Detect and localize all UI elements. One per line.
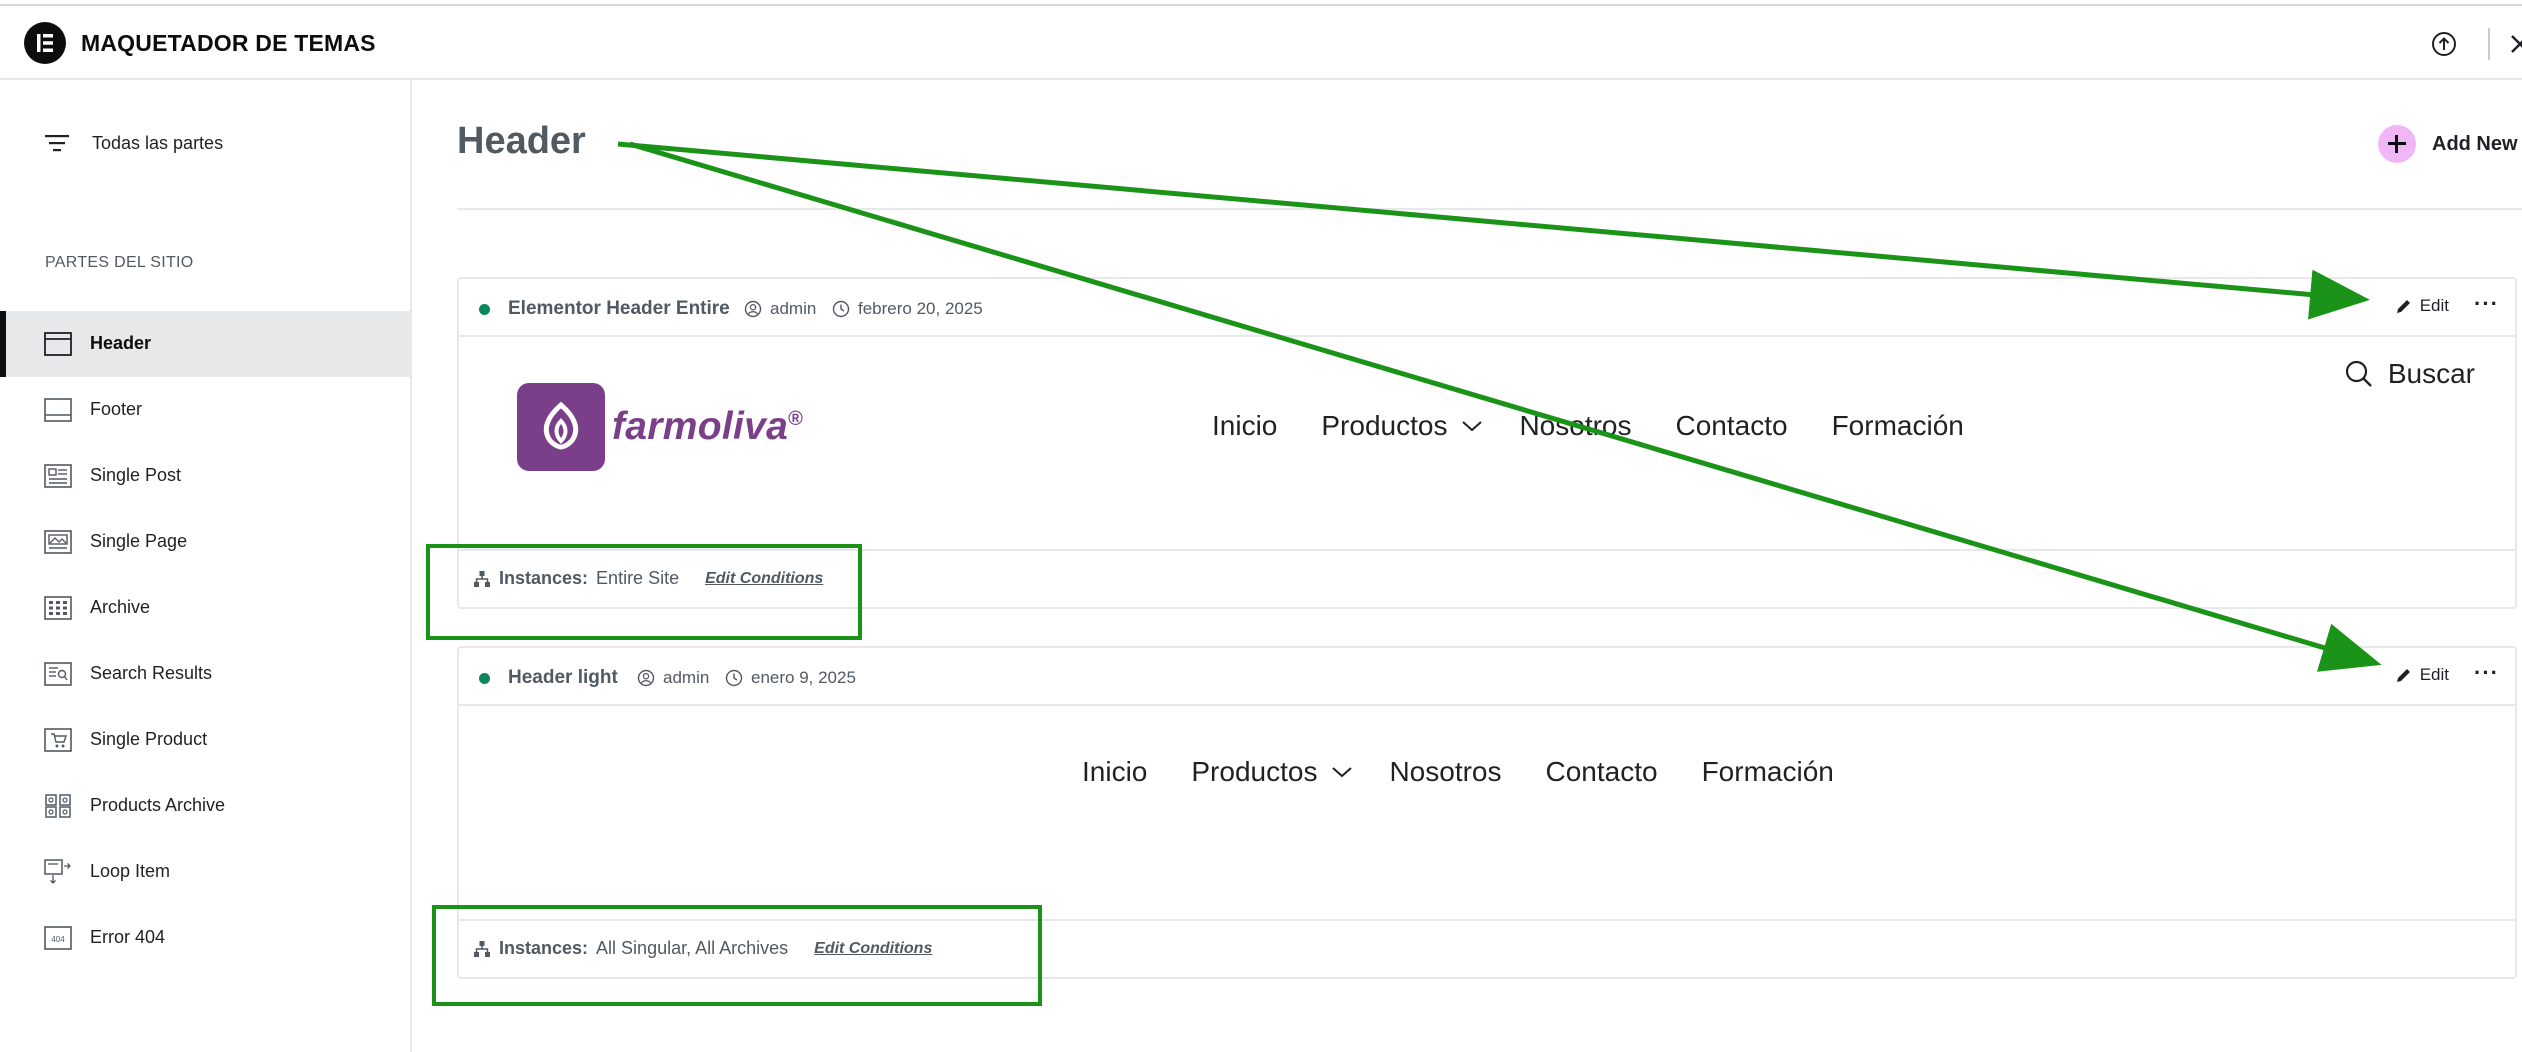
sidebar-item-label: Footer [90, 399, 143, 419]
app-title: MAQUETADOR DE TEMAS [81, 30, 376, 56]
sidebar-item-label: Archive [90, 597, 151, 617]
brand-name: farmoliva [612, 405, 789, 448]
header-layout-icon [44, 332, 72, 356]
chevron-down-icon [1332, 767, 1353, 778]
upload-icon[interactable] [2430, 30, 2458, 58]
highlight-box-instances-1 [426, 544, 862, 640]
sidebar-item-label: Single Product [90, 729, 208, 749]
sidebar-item-label: Loop Item [90, 861, 171, 881]
card-header: Header light admin enero 9, 2025 Edit ··… [459, 648, 2515, 706]
sidebar-item-error-404[interactable]: 404 Error 404 [0, 905, 410, 971]
preview-nav-item: Formación [1701, 756, 1834, 787]
preview-nav: Inicio Productos Nosotros Contacto Forma… [1082, 756, 1834, 788]
preview-nav-item: Inicio [1082, 756, 1148, 787]
author-name: admin [663, 668, 710, 687]
loop-item-icon [44, 859, 71, 884]
preview-nav-item: Inicio [1212, 410, 1278, 441]
sidebar-item-footer[interactable]: Footer [0, 377, 410, 443]
author-meta: admin [744, 299, 816, 319]
preview-nav-item: Productos [1191, 756, 1318, 787]
add-new-label: Add New [2432, 132, 2518, 155]
preview-nav-item: Nosotros [1519, 410, 1632, 441]
error-404-icon: 404 [44, 926, 72, 950]
preview-nav-item: Contacto [1675, 410, 1788, 441]
all-parts-filter[interactable]: Todas las partes [44, 126, 223, 160]
edit-button[interactable]: Edit [2395, 296, 2449, 316]
single-product-icon [44, 728, 72, 752]
plus-icon [2378, 125, 2416, 163]
sidebar-item-loop-item[interactable]: Loop Item [0, 839, 410, 905]
more-options-button[interactable]: ··· [2474, 291, 2499, 317]
modified-date: febrero 20, 2025 [858, 299, 983, 318]
top-bar: MAQUETADOR DE TEMAS [0, 6, 2522, 80]
products-archive-icon [45, 794, 71, 818]
preview-search: Buscar [2344, 358, 2475, 390]
search-results-icon [44, 662, 72, 686]
single-post-icon [44, 464, 72, 488]
edit-label: Edit [2419, 296, 2449, 315]
template-name: Header light [508, 667, 618, 688]
preview-nav-item: Nosotros [1389, 756, 1502, 787]
clock-icon [725, 669, 743, 687]
user-icon [637, 669, 655, 687]
elementor-logo-icon [24, 22, 66, 64]
status-dot [479, 673, 490, 684]
section-label: PARTES DEL SITIO [45, 254, 194, 271]
search-label: Buscar [2387, 358, 2475, 389]
author-meta: admin [637, 668, 709, 688]
sidebar-item-label: Error 404 [90, 927, 166, 947]
sidebar: Todas las partes PARTES DEL SITIO Header… [0, 80, 412, 1052]
date-meta: febrero 20, 2025 [832, 299, 983, 319]
date-meta: enero 9, 2025 [725, 668, 856, 688]
more-options-button[interactable]: ··· [2474, 660, 2499, 686]
pencil-icon [2396, 300, 2410, 313]
sidebar-item-single-post[interactable]: Single Post [0, 443, 410, 509]
template-name: Elementor Header Entire [508, 298, 730, 319]
single-page-icon [44, 530, 72, 554]
title-divider [457, 208, 2522, 210]
chevron-down-icon [1462, 421, 1483, 432]
page-title: Header [457, 120, 586, 162]
sidebar-item-label: Products Archive [90, 795, 226, 815]
registered-mark: ® [788, 408, 804, 430]
sidebar-item-label: Single Post [90, 465, 182, 485]
archive-grid-icon [44, 596, 72, 620]
edit-label: Edit [2419, 665, 2449, 684]
sidebar-item-search-results[interactable]: Search Results [0, 641, 410, 707]
preview-nav: Inicio Productos Nosotros Contacto Forma… [1212, 410, 1964, 442]
sidebar-item-label: Single Page [90, 531, 188, 551]
all-parts-label: Todas las partes [92, 132, 224, 153]
brand-wordmark: farmoliva® [612, 405, 803, 449]
toolbar-divider [2488, 28, 2490, 60]
search-icon [2345, 360, 2372, 387]
status-dot [479, 304, 490, 315]
preview-nav-item: Formación [1831, 410, 1964, 441]
farmoliva-logo-icon [517, 383, 605, 471]
sidebar-item-header[interactable]: Header [0, 311, 410, 377]
sidebar-item-products-archive[interactable]: Products Archive [0, 773, 410, 839]
close-icon[interactable] [2508, 32, 2522, 56]
filter-icon [45, 135, 69, 152]
svg-text:404: 404 [51, 935, 65, 944]
sidebar-item-archive[interactable]: Archive [0, 575, 410, 641]
sidebar-item-label: Search Results [90, 663, 213, 683]
modified-date: enero 9, 2025 [751, 668, 856, 687]
preview-nav-item: Productos [1321, 410, 1448, 441]
sidebar-item-label: Header [90, 333, 152, 353]
highlight-box-instances-2 [432, 905, 1042, 1006]
arrow-to-edit-1 [617, 141, 2370, 320]
preview-nav-item: Contacto [1545, 756, 1658, 787]
author-name: admin [770, 299, 817, 318]
card-header: Elementor Header Entire admin febrero 20… [459, 279, 2515, 337]
sidebar-item-single-product[interactable]: Single Product [0, 707, 410, 773]
footer-layout-icon [44, 398, 72, 422]
pencil-icon [2396, 669, 2410, 682]
sidebar-item-single-page[interactable]: Single Page [0, 509, 410, 575]
brand-logo: farmoliva® [517, 383, 803, 471]
user-icon [744, 300, 762, 318]
add-new-button[interactable]: Add New [2378, 125, 2518, 163]
edit-button[interactable]: Edit [2395, 665, 2449, 685]
clock-icon [832, 300, 850, 318]
